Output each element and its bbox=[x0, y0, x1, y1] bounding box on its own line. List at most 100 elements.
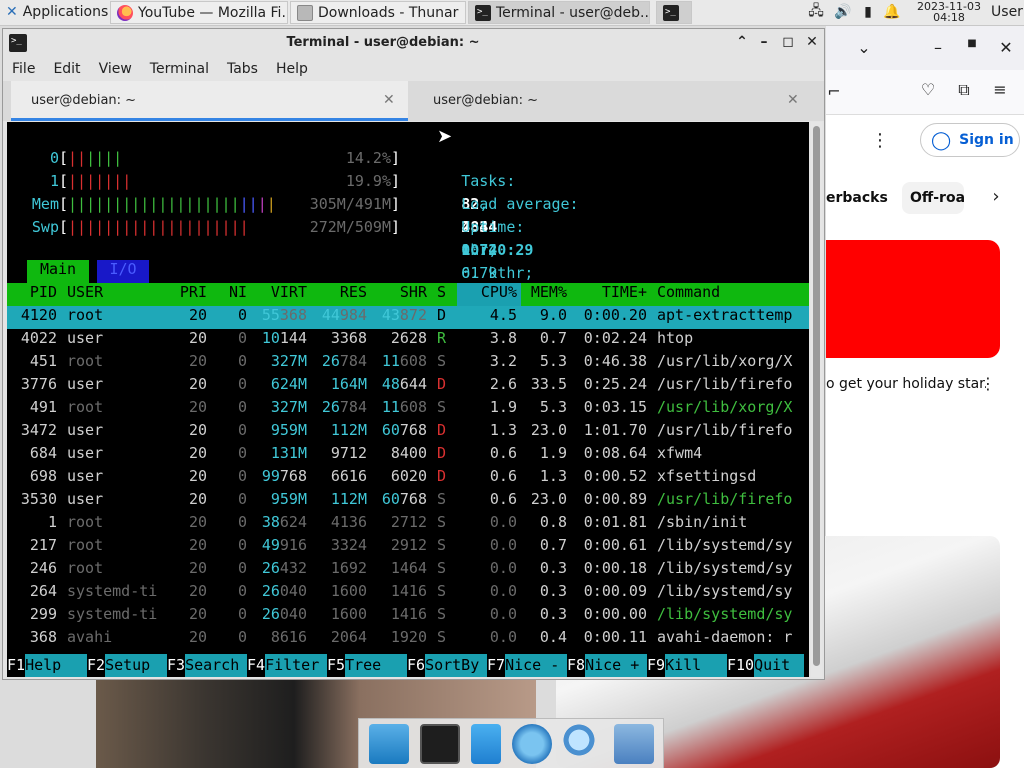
chevron-right-icon[interactable]: › bbox=[984, 186, 1008, 207]
cell-res: 9712 bbox=[330, 444, 367, 462]
menu-view[interactable]: View bbox=[90, 61, 141, 77]
minimize-icon[interactable]: – bbox=[755, 33, 773, 51]
tab-list-chevron-icon[interactable]: ⌄ bbox=[852, 38, 876, 57]
close-tab-icon[interactable]: ✕ bbox=[787, 92, 799, 108]
col-ni[interactable]: NI bbox=[207, 283, 247, 306]
account-icon: ◯ bbox=[931, 129, 952, 151]
fkey-kill-button[interactable]: F9Kill bbox=[647, 654, 728, 677]
fkey-help-button[interactable]: F1Help bbox=[7, 654, 88, 677]
minimize-icon[interactable]: – bbox=[926, 38, 950, 57]
col-shr[interactable]: SHR bbox=[367, 283, 427, 306]
process-row[interactable]: 264 systemd-ti 20 0 26040 1600 1416 S 0.0 0.3 0:00… bbox=[7, 582, 809, 605]
bookmark-icon[interactable]: ⌐ bbox=[822, 82, 846, 101]
htop-tab-main[interactable]: Main bbox=[27, 260, 89, 283]
user-menu-button[interactable]: User bbox=[990, 0, 1024, 24]
menu-help[interactable]: Help bbox=[267, 61, 317, 77]
file-manager-launcher-icon[interactable] bbox=[470, 723, 501, 764]
promo-banner[interactable] bbox=[826, 240, 1000, 358]
fkey-setup-button[interactable]: F2Setup bbox=[87, 654, 168, 677]
terminal-launcher-icon[interactable] bbox=[419, 723, 460, 764]
process-row[interactable]: 1 root 20 0 38624 4136 2712 S 0.0 0.8 0:01.81/sbin… bbox=[7, 513, 809, 536]
taskbar-item-terminal-2[interactable] bbox=[656, 1, 692, 24]
fkey-tree-button[interactable]: F5Tree bbox=[327, 654, 408, 677]
menu-file[interactable]: File bbox=[3, 61, 44, 77]
battery-icon[interactable]: ▮ bbox=[858, 0, 878, 24]
process-row[interactable]: 491 root 20 0 327M 26784 11608 S 1.9 5.3 0:03.15/u… bbox=[7, 398, 809, 421]
process-row[interactable]: 698 user 20 0 99768 6616 6020 D 0.6 1.3 0:00.52 xfs… bbox=[7, 467, 809, 490]
process-row[interactable]: 684 user 20 0 131M 9712 8400 D 0.6 1.9 0:08.64 xfwm… bbox=[7, 444, 809, 467]
hamburger-menu-icon[interactable]: ≡ bbox=[988, 80, 1012, 99]
shade-icon[interactable]: ⌃ bbox=[733, 33, 751, 51]
more-options-icon[interactable]: ⋮ bbox=[868, 130, 892, 151]
app-finder-icon[interactable] bbox=[562, 723, 603, 764]
col-pid[interactable]: PID bbox=[7, 283, 57, 306]
menu-edit[interactable]: Edit bbox=[44, 61, 89, 77]
cell-pid: 217 bbox=[29, 536, 57, 554]
cell-ni: 0 bbox=[237, 605, 247, 623]
fkey-filter-button[interactable]: F4Filter bbox=[247, 654, 328, 677]
col-pri[interactable]: PRI bbox=[167, 283, 207, 306]
col-user[interactable]: USER bbox=[67, 283, 167, 306]
process-row[interactable]: 4120 root 20 0 55368 44984 43872 D 4.5 9.0 0:00.20… bbox=[7, 306, 809, 329]
fkey-quit-button[interactable]: F10Quit bbox=[727, 654, 805, 677]
window-titlebar[interactable]: Terminal - user@debian: ~ ⌃ – ◻ ✕ bbox=[3, 29, 824, 57]
pocket-icon[interactable]: ♡ bbox=[916, 80, 940, 99]
folder-launcher-icon[interactable] bbox=[613, 723, 654, 764]
fkey-nice-button[interactable]: F8Nice + bbox=[567, 654, 648, 677]
cell-mem: 0.7 bbox=[539, 536, 567, 554]
applications-menu-button[interactable]: ✕ Applications bbox=[0, 0, 110, 24]
fkey-nice-button[interactable]: F7Nice - bbox=[487, 654, 568, 677]
clock[interactable]: 2023-11-03 04:18 bbox=[906, 1, 992, 23]
close-icon[interactable]: ✕ bbox=[994, 38, 1018, 57]
col-state[interactable]: S bbox=[437, 283, 457, 306]
taskbar-item-firefox[interactable]: YouTube — Mozilla Fi... bbox=[110, 1, 288, 24]
chip-off-road[interactable]: Off-roa bbox=[902, 182, 964, 214]
taskbar-item-terminal[interactable]: Terminal - user@deb... bbox=[468, 1, 650, 24]
cell-mem: 0.8 bbox=[539, 513, 567, 531]
show-desktop-icon[interactable] bbox=[368, 723, 409, 764]
menu-terminal[interactable]: Terminal bbox=[141, 61, 218, 77]
notification-bell-icon[interactable]: 🔔 bbox=[882, 0, 902, 24]
process-row[interactable]: 368 avahi 20 0 8616 2064 1920 S 0.0 0.4 0:00.11 ava… bbox=[7, 628, 809, 651]
close-tab-icon[interactable]: ✕ bbox=[383, 92, 395, 108]
tab-1[interactable]: user@debian: ~ ✕ bbox=[11, 81, 408, 121]
process-row[interactable]: 246 root 20 0 26432 1692 1464 S 0.0 0.3 0:00.18/li… bbox=[7, 559, 809, 582]
process-row[interactable]: 4022 user 20 0 10144 3368 2628 R 3.8 0.7 0:02.24 ht… bbox=[7, 329, 809, 352]
maximize-icon[interactable]: ■ bbox=[960, 38, 984, 49]
col-command[interactable]: Command bbox=[657, 283, 807, 306]
volume-icon[interactable]: 🔊 bbox=[832, 0, 854, 24]
col-res[interactable]: RES bbox=[307, 283, 367, 306]
fkey-sortby-button[interactable]: F6SortBy bbox=[407, 654, 488, 677]
menu-tabs[interactable]: Tabs bbox=[218, 61, 267, 77]
scrollbar-thumb[interactable] bbox=[813, 126, 820, 666]
maximize-icon[interactable]: ◻ bbox=[779, 33, 797, 51]
cell-command: /usr/lib/xorg/X bbox=[657, 398, 793, 416]
fkey-search-button[interactable]: F3Search bbox=[167, 654, 248, 677]
taskbar-item-thunar[interactable]: Downloads - Thunar bbox=[290, 1, 466, 24]
cell-cpu: 0.0 bbox=[489, 605, 517, 623]
process-row[interactable]: 3776 user 20 0 624M 164M 48644 D 2.6 33.5 0:25.24 /… bbox=[7, 375, 809, 398]
sign-in-button[interactable]: ◯ Sign in bbox=[920, 123, 1020, 157]
process-row[interactable]: 3472 user 20 0 959M 112M 60768 D 1.3 23.0 1:01.70 /… bbox=[7, 421, 809, 444]
terminal-screen[interactable]: 0 [|||||| 14.2% ] 1 [||||||| 19.9% ] Mem… bbox=[7, 122, 809, 677]
video-title[interactable]: o get your holiday star... bbox=[826, 376, 986, 392]
col-time[interactable]: TIME+ bbox=[567, 283, 647, 306]
video-options-icon[interactable]: ⋮ bbox=[976, 374, 1000, 393]
close-icon[interactable]: ✕ bbox=[803, 33, 821, 51]
htop-tab-io[interactable]: I/O bbox=[97, 260, 149, 283]
extensions-icon[interactable]: ⧉ bbox=[952, 80, 976, 100]
col-virt[interactable]: VIRT bbox=[247, 283, 307, 306]
network-icon[interactable]: 🖧 bbox=[804, 0, 828, 24]
process-row[interactable]: 299 systemd-ti 20 0 26040 1600 1416 S 0.0 0.3 0:00… bbox=[7, 605, 809, 628]
process-row[interactable]: 217 root 20 0 49916 3324 2912 S 0.0 0.7 0:00.61/li… bbox=[7, 536, 809, 559]
web-browser-launcher-icon[interactable] bbox=[511, 723, 552, 764]
tab-2[interactable]: user@debian: ~ ✕ bbox=[413, 81, 813, 121]
col-mem[interactable]: MEM% bbox=[517, 283, 567, 306]
chip-paperbacks[interactable]: erbacks bbox=[826, 182, 896, 214]
cell-pid: 451 bbox=[29, 352, 57, 370]
process-row[interactable]: 451 root 20 0 327M 26784 11608 S 3.2 5.3 0:46.38/u… bbox=[7, 352, 809, 375]
terminal-scrollbar[interactable] bbox=[811, 122, 822, 677]
col-cpu[interactable]: CPU% bbox=[457, 283, 521, 306]
cell-pri: 20 bbox=[188, 306, 207, 324]
process-row[interactable]: 3530 user 20 0 959M 112M 60768 S 0.6 23.0 0:00.89 /… bbox=[7, 490, 809, 513]
